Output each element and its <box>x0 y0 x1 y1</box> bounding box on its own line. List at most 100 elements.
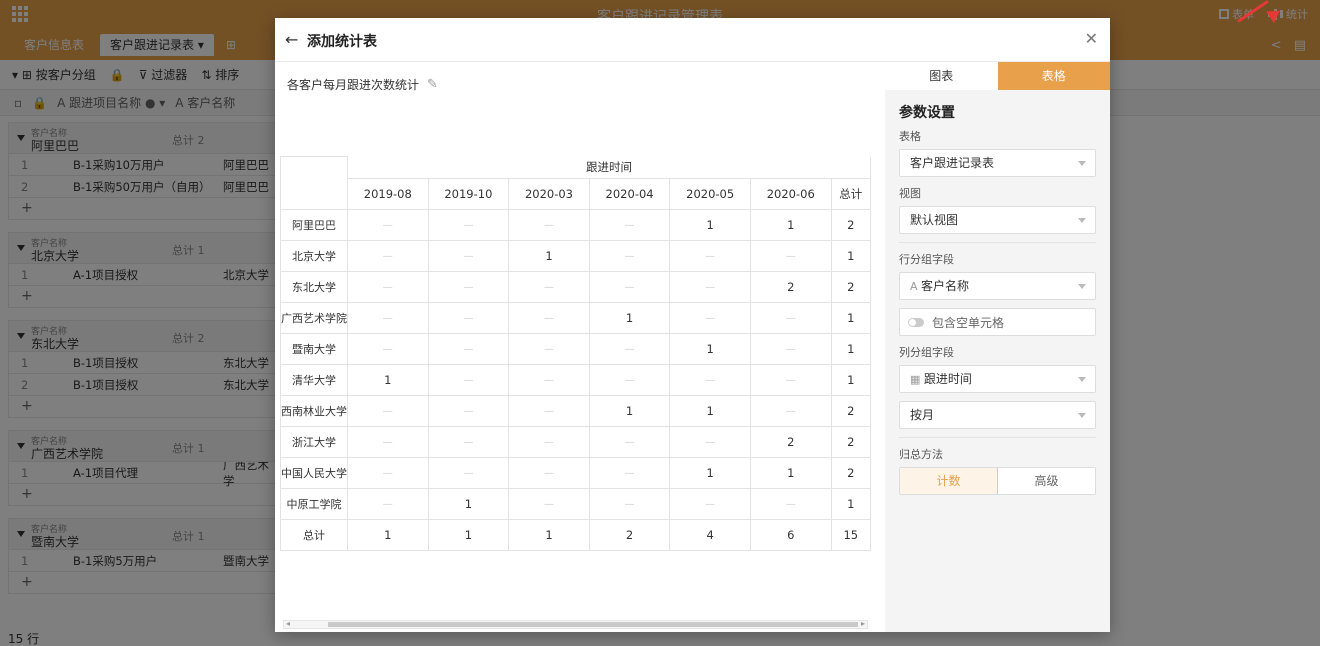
pivot-cell: 1 <box>508 240 590 272</box>
row-header: 西南林业大学 <box>280 395 348 427</box>
horizontal-scrollbar[interactable]: ◂ ▸ <box>283 619 868 629</box>
scroll-left-icon[interactable]: ◂ <box>286 619 290 628</box>
row-header: 暨南大学 <box>280 333 348 365</box>
chevron-down-icon <box>1078 284 1086 289</box>
agg-label: 归总方法 <box>899 448 943 461</box>
pivot-cell: — <box>427 209 510 241</box>
pivot-cell: 2 <box>830 271 872 303</box>
pivot-cell: — <box>749 395 832 427</box>
column-group-header: 跟进时间 <box>347 156 871 179</box>
pivot-cell: — <box>347 240 429 272</box>
preview-pane: 各客户每月跟进次数统计 ✎ 跟进时间 2019-08 2019-10 2020-03 2… <box>275 62 885 632</box>
pivot-cell: 6 <box>749 519 832 551</box>
pivot-cell: 2 <box>830 426 872 458</box>
pivot-cell: — <box>669 426 751 458</box>
pivot-cell: — <box>347 457 429 489</box>
scrollbar-thumb[interactable] <box>328 622 858 627</box>
pivot-cell: — <box>347 302 429 334</box>
pivot-cell: — <box>588 457 671 489</box>
pivot-row: 广西艺术学院 — — —1— —1 <box>280 302 872 334</box>
pivot-cell: 1 <box>830 302 872 334</box>
pivot-cell: — <box>669 271 751 303</box>
pivot-cell: 1 <box>749 209 832 241</box>
pivot-cell: — <box>588 426 671 458</box>
pivot-cell: — <box>669 488 751 520</box>
scroll-right-icon[interactable]: ▸ <box>861 619 865 628</box>
column-header: 总计 <box>830 178 872 210</box>
corner-cell <box>280 156 348 179</box>
pivot-cell: — <box>749 364 832 396</box>
view-select[interactable]: 默认视图 <box>899 206 1096 234</box>
pivot-cell: — <box>508 364 590 396</box>
pivot-row: 西南林业大学 — — —1 1—2 <box>280 395 872 427</box>
column-header: 2020-04 <box>588 178 671 210</box>
pivot-cell: 2 <box>830 457 872 489</box>
text-field-icon: A <box>910 280 922 293</box>
pivot-cell: — <box>427 271 510 303</box>
pivot-cell: — <box>427 457 510 489</box>
pivot-cell: 1 <box>669 395 751 427</box>
pivot-cell: — <box>347 209 429 241</box>
close-icon[interactable]: ✕ <box>1085 29 1098 48</box>
column-header: 2019-08 <box>347 178 429 210</box>
pivot-cell: — <box>508 426 590 458</box>
pivot-cell: 4 <box>669 519 751 551</box>
row-header: 广西艺术学院 <box>280 302 348 334</box>
pivot-cell: 1 <box>669 457 751 489</box>
pivot-cell: — <box>588 240 671 272</box>
pivot-row: 北京大学 — —1— — —1 <box>280 240 872 272</box>
tab-table[interactable]: 表格 <box>997 62 1110 90</box>
pivot-cell: — <box>427 333 510 365</box>
pivot-cell: 1 <box>347 519 429 551</box>
toggle-switch[interactable] <box>908 317 924 327</box>
pivot-table: 跟进时间 2019-08 2019-10 2020-03 2020-04 2020-05 2… <box>280 156 872 551</box>
pivot-cell: — <box>508 488 590 520</box>
pivot-cell: 1 <box>830 333 872 365</box>
pivot-cell: — <box>347 271 429 303</box>
row-group-select[interactable]: A 客户名称 <box>899 272 1096 300</box>
agg-count-option[interactable]: 计数 <box>900 468 998 494</box>
pivot-cell: 1 <box>347 364 429 396</box>
include-empty-toggle-row[interactable]: 包含空单元格 <box>899 308 1096 336</box>
table-select[interactable]: 客户跟进记录表 <box>899 149 1096 177</box>
pivot-row: 清华大学 1— — — — —1 <box>280 364 872 396</box>
calendar-icon: ▦ <box>910 373 924 386</box>
chart-name[interactable]: 各客户每月跟进次数统计 ✎ <box>287 76 438 93</box>
chevron-down-icon <box>1078 218 1086 223</box>
row-header: 阿里巴巴 <box>280 209 348 241</box>
column-header: 2020-06 <box>749 178 832 210</box>
row-header: 中国人民大学 <box>280 457 348 489</box>
row-header: 中原工学院 <box>280 488 348 520</box>
pivot-cell: 1 <box>427 488 510 520</box>
pivot-cell: 1 <box>830 240 872 272</box>
column-header: 2020-03 <box>508 178 590 210</box>
pivot-cell: — <box>427 240 510 272</box>
pivot-cell: 1 <box>830 364 872 396</box>
row-header: 总计 <box>280 519 348 551</box>
edit-pencil-icon[interactable]: ✎ <box>427 77 438 92</box>
pivot-cell: — <box>749 333 832 365</box>
pivot-cell: — <box>669 302 751 334</box>
chevron-down-icon <box>1078 377 1086 382</box>
pivot-cell: 2 <box>749 271 832 303</box>
pivot-cell: — <box>427 426 510 458</box>
col-group-select[interactable]: ▦ 跟进时间 <box>899 365 1096 393</box>
pivot-cell: — <box>588 271 671 303</box>
pivot-row: 总计 1 1 1 2 4 6 15 <box>280 519 872 551</box>
pivot-cell: 2 <box>749 426 832 458</box>
pivot-cell: 2 <box>830 209 872 241</box>
pivot-cell: — <box>508 333 590 365</box>
agg-advanced-option[interactable]: 高级 <box>998 468 1095 494</box>
back-arrow-icon[interactable]: ← <box>285 30 298 49</box>
tab-chart[interactable]: 图表 <box>885 62 998 90</box>
granularity-select[interactable]: 按月 <box>899 401 1096 429</box>
pivot-cell: — <box>588 488 671 520</box>
pivot-cell: — <box>588 209 671 241</box>
pivot-cell: — <box>669 364 751 396</box>
row-header: 清华大学 <box>280 364 348 396</box>
pivot-cell: 1 <box>588 395 671 427</box>
pivot-cell: 1 <box>427 519 510 551</box>
pivot-cell: — <box>347 333 429 365</box>
pivot-row: 中原工学院 —1— — — —1 <box>280 488 872 520</box>
pivot-cell: — <box>508 209 590 241</box>
